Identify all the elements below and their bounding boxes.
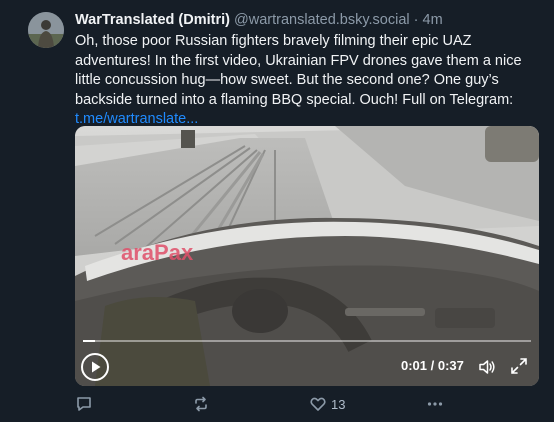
post-text: Oh, those poor Russian fighters bravely …	[75, 33, 522, 108]
post-text-container: Oh, those poor Russian fighters bravely …	[75, 32, 535, 130]
video-progress-bar[interactable]	[83, 340, 531, 342]
fullscreen-button[interactable]	[510, 357, 528, 375]
avatar[interactable]	[28, 12, 64, 48]
watermark-text: araPax	[121, 240, 194, 265]
repost-icon	[195, 396, 207, 412]
play-button[interactable]	[81, 353, 109, 381]
video-time: 0:01 / 0:37	[401, 358, 464, 373]
post[interactable]: WarTranslated (Dmitri) @wartranslated.bs…	[0, 0, 554, 422]
video-frame: araPax	[75, 126, 539, 386]
like-count: 13	[331, 396, 346, 412]
more-options-button[interactable]	[426, 394, 444, 414]
more-icon	[427, 402, 443, 406]
video-player[interactable]: araPax 0:01 / 0:37	[75, 126, 539, 386]
post-actions: 13	[75, 394, 475, 416]
reply-button[interactable]	[75, 394, 93, 414]
post-header: WarTranslated (Dmitri) @wartranslated.bs…	[75, 12, 443, 28]
avatar-image	[28, 12, 64, 48]
header-separator: ·	[409, 12, 423, 28]
volume-icon	[479, 360, 495, 374]
like-button[interactable]: 13	[309, 394, 345, 414]
like-icon	[310, 397, 326, 411]
author-name[interactable]: WarTranslated (Dmitri)	[75, 12, 230, 28]
author-handle[interactable]: @wartranslated.bsky.social	[234, 12, 410, 28]
volume-button[interactable]	[477, 357, 497, 377]
repost-button[interactable]	[192, 394, 210, 414]
reply-icon	[77, 397, 91, 411]
video-progress-fill	[83, 340, 96, 342]
play-icon	[92, 361, 101, 373]
fullscreen-icon	[511, 358, 527, 374]
post-time[interactable]: 4m	[423, 12, 443, 28]
